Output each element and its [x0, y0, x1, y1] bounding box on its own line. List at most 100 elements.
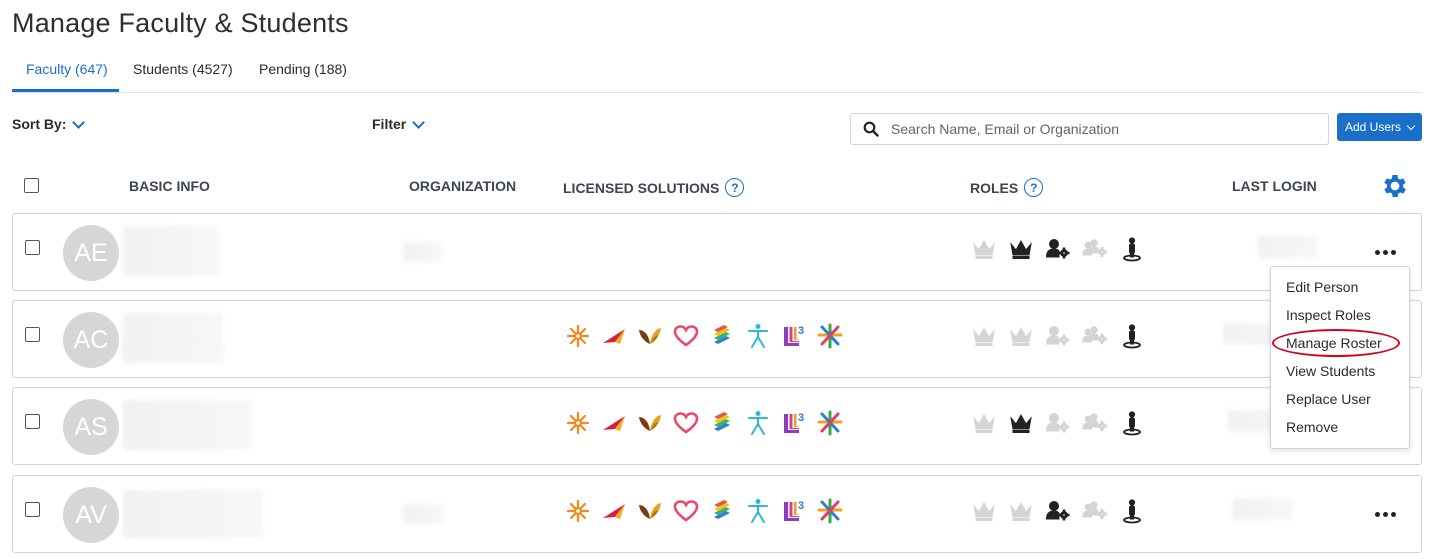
l3-logo-icon[interactable]: 3: [781, 410, 807, 436]
avatar[interactable]: AE: [63, 225, 119, 281]
page-title: Manage Faculty & Students: [12, 8, 349, 38]
group-gear-icon[interactable]: [1082, 498, 1108, 524]
column-organization[interactable]: ORGANIZATION: [409, 178, 516, 194]
column-last-login[interactable]: LAST LOGIN: [1232, 178, 1317, 194]
more-actions-icon[interactable]: [1370, 504, 1400, 524]
redacted-text: [1258, 236, 1318, 258]
user-gear-icon[interactable]: [1045, 498, 1071, 524]
table-row: AS 3: [12, 387, 1422, 465]
search-input[interactable]: [891, 121, 1311, 137]
menu-item-manage-roster[interactable]: Manage Roster: [1271, 329, 1409, 359]
filter-dropdown[interactable]: Filter: [372, 115, 426, 132]
user-gear-icon[interactable]: [1045, 410, 1071, 436]
l3-logo-icon[interactable]: 3: [781, 323, 807, 349]
crown-icon[interactable]: [1008, 236, 1034, 262]
person-pin-icon[interactable]: [1119, 410, 1145, 436]
svg-text:3: 3: [798, 412, 804, 424]
person-pin-icon[interactable]: [1119, 498, 1145, 524]
menu-item-view-students[interactable]: View Students: [1271, 359, 1409, 387]
person-figure-icon[interactable]: [745, 498, 771, 524]
column-roles: ROLES ?: [970, 178, 1044, 197]
person-figure-icon[interactable]: [745, 323, 771, 349]
help-icon[interactable]: ?: [725, 178, 745, 197]
snowflake-icon[interactable]: [565, 498, 591, 524]
gear-icon[interactable]: [1380, 171, 1410, 201]
chevron-down-icon: [412, 115, 426, 129]
redacted-text: [123, 490, 263, 538]
licensed-solutions: 3: [565, 410, 843, 436]
row-checkbox[interactable]: [25, 327, 40, 342]
cross-star-icon[interactable]: [817, 323, 843, 349]
tab-bar: Faculty (647) Students (4527) Pending (1…: [12, 56, 1422, 93]
user-gear-icon[interactable]: [1045, 236, 1071, 262]
crown-outline-icon[interactable]: [971, 410, 997, 436]
tab-pending[interactable]: Pending (188): [259, 56, 347, 92]
sort-by-dropdown[interactable]: Sort By:: [12, 115, 86, 132]
avatar[interactable]: AS: [63, 399, 119, 455]
person-figure-icon[interactable]: [745, 410, 771, 436]
user-gear-icon[interactable]: [1045, 323, 1071, 349]
add-users-button[interactable]: Add Users: [1337, 113, 1422, 141]
avatar[interactable]: AV: [63, 487, 119, 543]
snowflake-icon[interactable]: [565, 410, 591, 436]
book-stack-icon[interactable]: [709, 410, 735, 436]
more-actions-icon[interactable]: [1370, 242, 1400, 262]
redacted-text: [1233, 498, 1293, 520]
crown-icon[interactable]: [1008, 323, 1034, 349]
chevron-down-icon: [72, 115, 86, 129]
leaf-wings-icon[interactable]: [637, 410, 663, 436]
crown-icon[interactable]: [1008, 498, 1034, 524]
redacted-text: [123, 226, 219, 276]
book-stack-icon[interactable]: [709, 498, 735, 524]
search-icon: [863, 121, 879, 137]
filter-label: Filter: [372, 116, 407, 132]
column-roles-label[interactable]: ROLES: [970, 180, 1018, 196]
crown-outline-icon[interactable]: [971, 323, 997, 349]
crown-outline-icon[interactable]: [971, 236, 997, 262]
arrow-wing-icon[interactable]: [601, 323, 627, 349]
row-checkbox[interactable]: [25, 502, 40, 517]
menu-item-edit-person[interactable]: Edit Person: [1271, 275, 1409, 303]
crown-icon[interactable]: [1008, 410, 1034, 436]
person-pin-icon[interactable]: [1119, 236, 1145, 262]
group-gear-icon[interactable]: [1082, 236, 1108, 262]
menu-item-remove[interactable]: Remove: [1271, 415, 1409, 443]
menu-item-inspect-roles[interactable]: Inspect Roles: [1271, 303, 1409, 331]
redacted-text: [123, 400, 251, 450]
add-users-label: Add Users: [1344, 120, 1402, 134]
row-checkbox[interactable]: [25, 414, 40, 429]
group-gear-icon[interactable]: [1082, 323, 1108, 349]
redacted-text: [403, 242, 443, 262]
tab-faculty[interactable]: Faculty (647): [12, 56, 119, 92]
l3-logo-icon[interactable]: 3: [781, 498, 807, 524]
heart-icon[interactable]: [673, 323, 699, 349]
leaf-wings-icon[interactable]: [637, 498, 663, 524]
avatar[interactable]: AC: [63, 312, 119, 368]
cross-star-icon[interactable]: [817, 410, 843, 436]
licensed-solutions: 3: [565, 498, 843, 524]
redacted-text: [403, 504, 443, 524]
column-licensed-solutions-label[interactable]: LICENSED SOLUTIONS: [563, 180, 719, 196]
cross-star-icon[interactable]: [817, 498, 843, 524]
leaf-wings-icon[interactable]: [637, 323, 663, 349]
group-gear-icon[interactable]: [1082, 410, 1108, 436]
heart-icon[interactable]: [673, 498, 699, 524]
crown-outline-icon[interactable]: [971, 498, 997, 524]
tab-students[interactable]: Students (4527): [133, 56, 233, 92]
heart-icon[interactable]: [673, 410, 699, 436]
search-box: [850, 113, 1329, 145]
arrow-wing-icon[interactable]: [601, 498, 627, 524]
row-checkbox[interactable]: [25, 240, 40, 255]
arrow-wing-icon[interactable]: [601, 410, 627, 436]
person-pin-icon[interactable]: [1119, 323, 1145, 349]
licensed-solutions: 3: [565, 323, 843, 349]
snowflake-icon[interactable]: [565, 323, 591, 349]
roles: [971, 410, 1145, 436]
select-all-checkbox[interactable]: [24, 178, 39, 193]
book-stack-icon[interactable]: [709, 323, 735, 349]
help-icon[interactable]: ?: [1024, 178, 1044, 197]
table-header: BASIC INFO ORGANIZATION LICENSED SOLUTIO…: [12, 162, 1422, 210]
column-basic-info[interactable]: BASIC INFO: [129, 178, 210, 194]
menu-item-replace-user[interactable]: Replace User: [1271, 387, 1409, 415]
table-row: AC 3: [12, 300, 1422, 378]
